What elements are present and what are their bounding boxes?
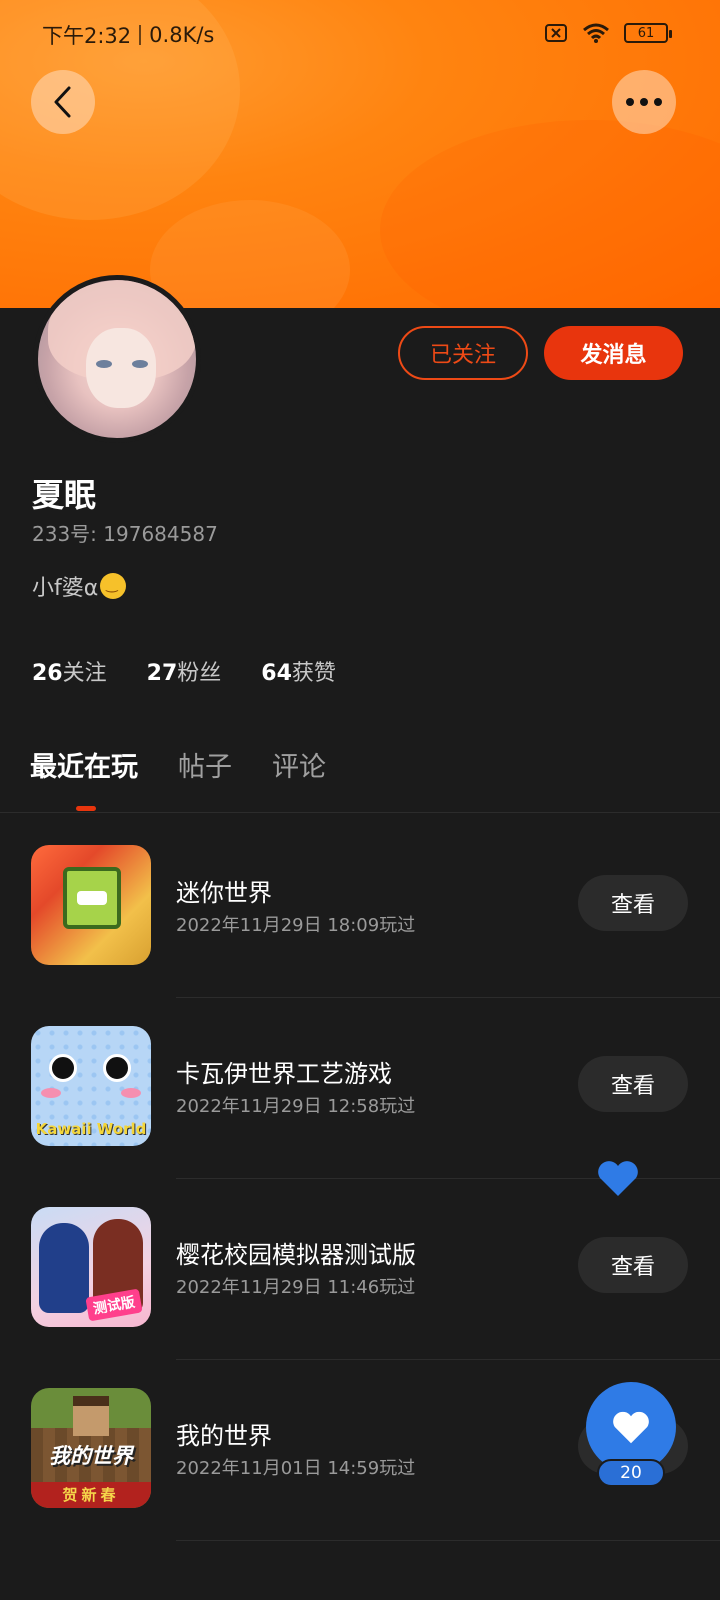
- stat-following[interactable]: 26关注: [32, 655, 107, 687]
- game-icon-banner: 贺新春: [31, 1482, 151, 1508]
- wifi-icon: [583, 23, 609, 43]
- heart-icon: [613, 1411, 649, 1444]
- avatar[interactable]: [33, 275, 201, 443]
- game-title: 我的世界: [176, 1422, 272, 1450]
- stat-fans[interactable]: 27粉丝: [147, 655, 222, 687]
- user-name: 夏眠: [32, 476, 97, 514]
- status-separator: [139, 25, 142, 45]
- chevron-left-icon: [54, 86, 71, 118]
- game-title: 樱花校园模拟器测试版: [176, 1241, 416, 1269]
- tab-comments[interactable]: 评论: [272, 745, 326, 784]
- tab-indicator: [76, 806, 96, 811]
- stat-likes: 64获赞: [261, 661, 336, 686]
- game-title: 迷你世界: [176, 879, 272, 907]
- floating-heart-icon: [598, 1161, 638, 1196]
- view-button[interactable]: 查看: [578, 1237, 688, 1293]
- view-button[interactable]: 查看: [578, 1056, 688, 1112]
- game-icon: 我的世界 贺新春: [31, 1388, 151, 1508]
- game-icon: Kawaii World: [31, 1026, 151, 1146]
- battery-level: 61: [637, 25, 655, 41]
- following-button[interactable]: 已关注: [398, 326, 528, 380]
- game-played-time: 2022年11月29日 11:46玩过: [176, 1277, 416, 1298]
- game-icon: [31, 845, 151, 965]
- user-bio: 小f婆α: [32, 570, 127, 602]
- status-bar: 下午2:32 0.8K/s 61: [0, 18, 720, 52]
- cover-decoration: [380, 120, 720, 308]
- battery-icon: 61: [624, 23, 672, 43]
- game-icon-label: Kawaii World: [35, 1120, 147, 1138]
- more-button[interactable]: [612, 70, 676, 134]
- send-message-button[interactable]: 发消息: [544, 326, 683, 380]
- tab-posts[interactable]: 帖子: [178, 745, 232, 784]
- like-count-badge: 20: [597, 1459, 665, 1487]
- profile-stats: 26关注 27粉丝 64获赞: [32, 655, 336, 687]
- game-played-time: 2022年11月29日 18:09玩过: [176, 915, 416, 936]
- user-id: 233号: 197684587: [32, 522, 218, 546]
- game-icon: 测试版: [31, 1207, 151, 1327]
- smiling-face-icon: [100, 573, 127, 599]
- game-title: 卡瓦伊世界工艺游戏: [176, 1060, 392, 1088]
- cover-decoration: [150, 200, 350, 308]
- sim-off-icon: [545, 24, 567, 42]
- back-button[interactable]: [31, 70, 95, 134]
- divider: [176, 1540, 720, 1541]
- tab-recent-games[interactable]: 最近在玩: [30, 745, 138, 784]
- list-item[interactable]: Kawaii World 卡瓦伊世界工艺游戏 2022年11月29日 12:58…: [0, 994, 720, 1179]
- more-dots-icon: [626, 98, 662, 106]
- bio-text: 小f婆α: [32, 576, 99, 601]
- status-time: 下午2:32: [42, 24, 132, 48]
- game-played-time: 2022年11月29日 12:58玩过: [176, 1096, 416, 1117]
- game-played-time: 2022年11月01日 14:59玩过: [176, 1458, 416, 1479]
- list-item[interactable]: 测试版 樱花校园模拟器测试版 2022年11月29日 11:46玩过 查看: [0, 1175, 720, 1360]
- game-icon-label: 我的世界: [49, 1444, 133, 1468]
- profile-tabs: 最近在玩 帖子 评论: [30, 745, 326, 784]
- view-button[interactable]: 查看: [578, 875, 688, 931]
- list-item[interactable]: 迷你世界 2022年11月29日 18:09玩过 查看: [0, 813, 720, 998]
- network-speed: 0.8K/s: [149, 23, 215, 47]
